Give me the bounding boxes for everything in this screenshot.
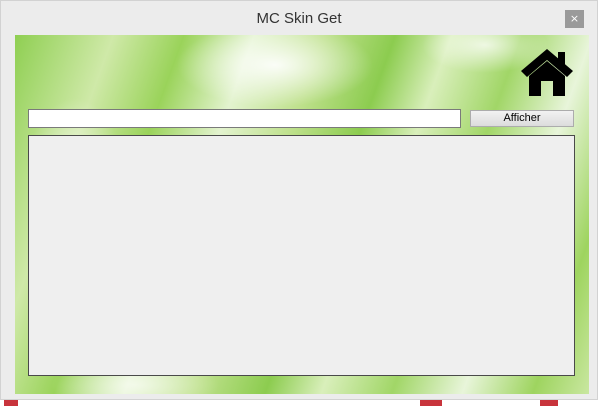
- show-button[interactable]: Afficher: [470, 110, 574, 127]
- client-area: Afficher: [15, 35, 589, 394]
- home-icon[interactable]: [519, 47, 575, 97]
- window-title: MC Skin Get: [256, 10, 342, 27]
- title-bar[interactable]: MC Skin Get ×: [1, 1, 597, 35]
- app-window: MC Skin Get × Afficher: [0, 0, 598, 400]
- output-panel[interactable]: [28, 135, 575, 376]
- close-button[interactable]: ×: [565, 10, 584, 28]
- search-input[interactable]: [28, 109, 461, 128]
